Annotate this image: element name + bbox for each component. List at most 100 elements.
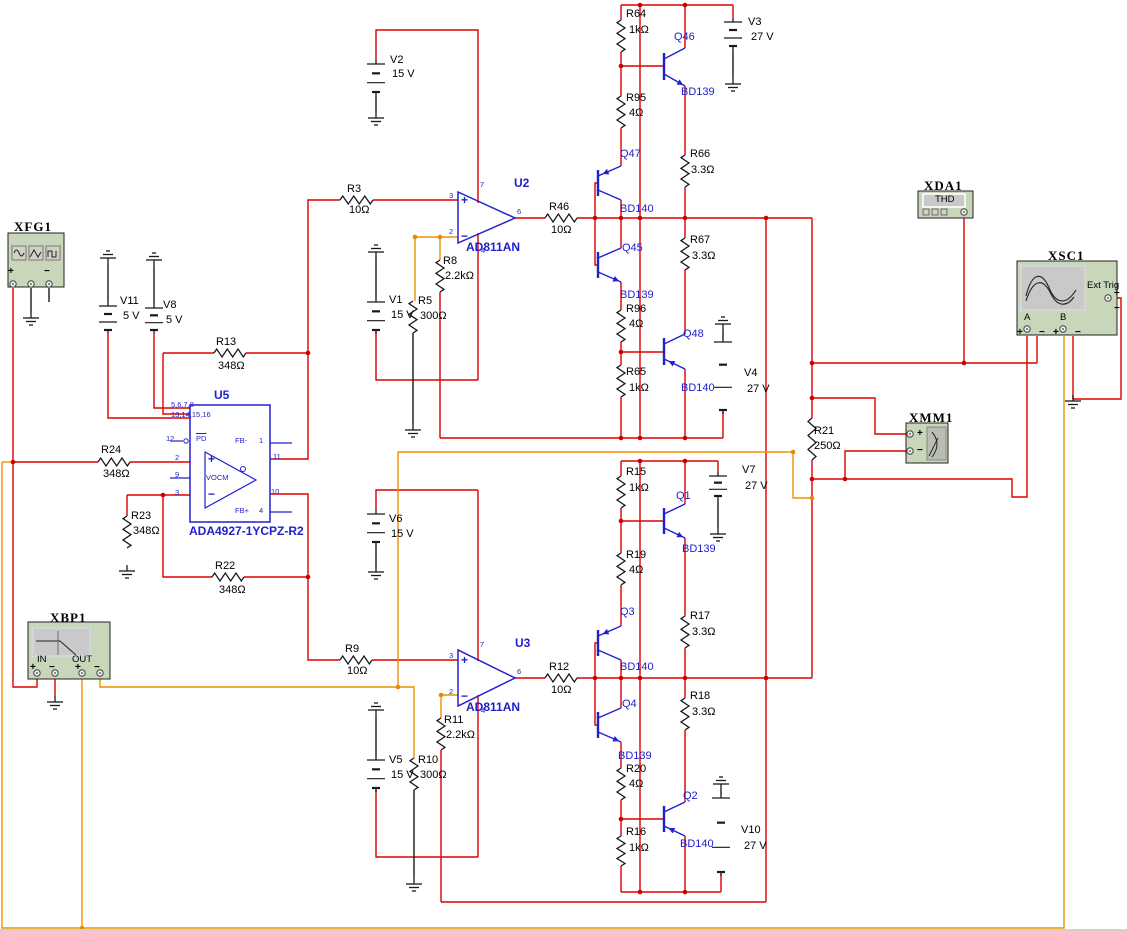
label-q46-ref[interactable]: Q46 — [674, 31, 695, 43]
label-v5-ref[interactable]: V5 — [389, 754, 402, 766]
label-xsc1-title[interactable]: XSC1 — [1048, 248, 1085, 264]
label-q48-part[interactable]: BD140 — [681, 382, 715, 394]
label-r66-ref[interactable]: R66 — [690, 148, 710, 160]
label-xmm1-title[interactable]: XMM1 — [909, 410, 953, 426]
label-q1-ref[interactable]: Q1 — [676, 490, 691, 502]
label-v3-ref[interactable]: V3 — [748, 16, 761, 28]
xsc1-instrument[interactable] — [1016, 260, 1118, 336]
label-r3-ref[interactable]: R3 — [347, 183, 361, 195]
resistor-r3-symbol[interactable] — [339, 194, 374, 206]
label-r95-val[interactable]: 4Ω — [629, 107, 643, 119]
resistor-r15-symbol[interactable] — [615, 475, 627, 509]
label-r21-val[interactable]: 250Ω — [814, 440, 841, 452]
label-q4-part[interactable]: BD139 — [618, 750, 652, 762]
label-r9-ref[interactable]: R9 — [345, 643, 359, 655]
label-v11-val[interactable]: 5 V — [123, 310, 140, 322]
battery-v10-symbol[interactable] — [712, 794, 730, 876]
wires-orange[interactable] — [1, 236, 1065, 929]
label-r95-ref[interactable]: R95 — [626, 92, 646, 104]
xfg1-sine-button[interactable] — [11, 245, 27, 261]
resistor-r9-symbol[interactable] — [339, 654, 373, 666]
resistor-r12-symbol[interactable] — [544, 672, 578, 684]
resistor-r16-symbol[interactable] — [615, 835, 627, 867]
battery-v7-symbol[interactable] — [709, 472, 727, 500]
label-u3-ref[interactable]: U3 — [515, 636, 530, 650]
label-r66-val[interactable]: 3.3Ω — [691, 164, 715, 176]
resistor-r95-symbol[interactable] — [615, 95, 627, 129]
label-v7-ref[interactable]: V7 — [742, 464, 755, 476]
label-r16-val[interactable]: 1kΩ — [629, 842, 649, 854]
label-q3-ref[interactable]: Q3 — [620, 606, 635, 618]
label-v2-val[interactable]: 15 V — [392, 68, 415, 80]
label-r9-val[interactable]: 10Ω — [347, 665, 367, 677]
label-r65-val[interactable]: 1kΩ — [629, 382, 649, 394]
battery-v2-symbol[interactable] — [367, 60, 385, 96]
label-v4-val[interactable]: 27 V — [747, 383, 770, 395]
transistor-q45-symbol[interactable] — [596, 247, 622, 283]
label-q2-part[interactable]: BD140 — [680, 838, 714, 850]
label-xbp1-title[interactable]: XBP1 — [50, 610, 87, 626]
label-v6-ref[interactable]: V6 — [389, 513, 402, 525]
label-r22-val[interactable]: 348Ω — [219, 584, 246, 596]
label-q1-part[interactable]: BD139 — [682, 543, 716, 555]
resistor-r13-symbol[interactable] — [213, 347, 247, 359]
battery-v8-symbol[interactable] — [145, 304, 163, 334]
label-r46-ref[interactable]: R46 — [549, 201, 569, 213]
label-xfg1-title[interactable]: XFG1 — [14, 219, 52, 235]
label-v10-val[interactable]: 27 V — [744, 840, 767, 852]
label-v8-ref[interactable]: V8 — [163, 299, 176, 311]
schematic-canvas[interactable]: XFG1 XBP1 XMM1 XDA1 XSC1 THD IN OUT A B Ext Trig + −… — [0, 0, 1127, 931]
label-u5-part[interactable]: ADA4927-1YCPZ-R2 — [189, 524, 304, 538]
label-r5-ref[interactable]: R5 — [418, 295, 432, 307]
label-r17-val[interactable]: 3.3Ω — [692, 626, 716, 638]
battery-v5-symbol[interactable] — [367, 756, 385, 792]
resistor-r67-symbol[interactable] — [679, 237, 691, 271]
label-r5-val[interactable]: 300Ω — [420, 310, 447, 322]
label-r96-val[interactable]: 4Ω — [629, 318, 643, 330]
instrument-terminal[interactable] — [27, 280, 35, 288]
label-r67-val[interactable]: 3.3Ω — [692, 250, 716, 262]
label-r12-ref[interactable]: R12 — [549, 661, 569, 673]
label-r18-val[interactable]: 3.3Ω — [692, 706, 716, 718]
label-u3-part[interactable]: AD811AN — [466, 700, 520, 714]
instrument-terminal[interactable] — [1023, 325, 1031, 333]
transistor-q48-symbol[interactable] — [662, 333, 686, 370]
label-r19-val[interactable]: 4Ω — [629, 564, 643, 576]
label-v10-ref[interactable]: V10 — [741, 824, 761, 836]
label-r24-ref[interactable]: R24 — [101, 444, 121, 456]
label-r13-ref[interactable]: R13 — [216, 336, 236, 348]
transistor-q4-symbol[interactable] — [596, 707, 622, 743]
label-q47-part[interactable]: BD140 — [620, 203, 654, 215]
resistor-r18-symbol[interactable] — [679, 697, 691, 731]
instrument-terminal[interactable] — [1059, 325, 1067, 333]
label-v7-val[interactable]: 27 V — [745, 480, 768, 492]
label-q3-part[interactable]: BD140 — [620, 661, 654, 673]
label-r8-ref[interactable]: R8 — [443, 255, 457, 267]
resistor-r22-symbol[interactable] — [211, 571, 245, 583]
label-r64-val[interactable]: 1kΩ — [629, 24, 649, 36]
label-v1-ref[interactable]: V1 — [389, 294, 402, 306]
xfg1-triangle-button[interactable] — [28, 245, 44, 261]
battery-v11-symbol[interactable] — [99, 302, 117, 334]
xfg1-square-button[interactable] — [45, 245, 61, 261]
transistor-q3-symbol[interactable] — [596, 625, 622, 661]
label-r11-val[interactable]: 2.2kΩ — [446, 729, 475, 741]
instrument-terminal[interactable] — [906, 447, 914, 455]
wires-red[interactable] — [12, 4, 1122, 903]
label-r65-ref[interactable]: R65 — [626, 366, 646, 378]
label-r18-ref[interactable]: R18 — [690, 690, 710, 702]
label-r22-ref[interactable]: R22 — [215, 560, 235, 572]
label-r46-val[interactable]: 10Ω — [551, 224, 571, 236]
resistor-r66-symbol[interactable] — [679, 154, 691, 188]
label-r23-ref[interactable]: R23 — [131, 510, 151, 522]
transistor-q47-symbol[interactable] — [596, 165, 622, 201]
label-r23-val[interactable]: 348Ω — [133, 525, 160, 537]
label-r13-val[interactable]: 348Ω — [218, 360, 245, 372]
battery-v6-symbol[interactable] — [367, 510, 385, 546]
instrument-terminal[interactable] — [960, 208, 968, 216]
label-r24-val[interactable]: 348Ω — [103, 468, 130, 480]
label-v4-ref[interactable]: V4 — [744, 367, 757, 379]
label-r20-ref[interactable]: R20 — [626, 763, 646, 775]
label-r15-val[interactable]: 1kΩ — [629, 482, 649, 494]
transistor-q2-symbol[interactable] — [662, 801, 686, 837]
